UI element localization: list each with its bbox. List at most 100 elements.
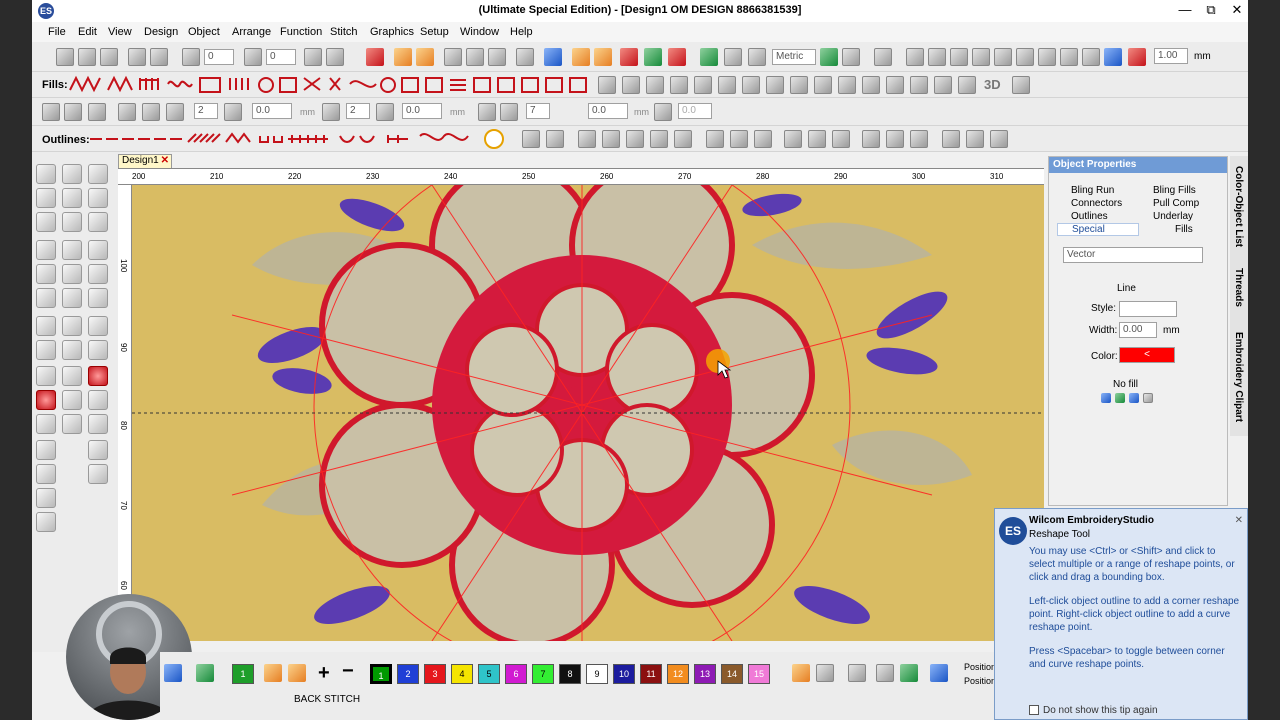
fill-pattern-icon[interactable]: [790, 76, 808, 94]
current-color-swatch[interactable]: 1: [232, 664, 254, 684]
skew-angle-icon[interactable]: [244, 48, 262, 66]
menu-stitch[interactable]: Stitch: [330, 26, 358, 38]
pattern-icon[interactable]: [478, 103, 496, 121]
align-tool-icon[interactable]: [56, 48, 74, 66]
menu-help[interactable]: Help: [510, 26, 533, 38]
fill-pattern-icon[interactable]: [694, 76, 712, 94]
shape-icon[interactable]: [950, 48, 968, 66]
hexagon-icon[interactable]: [36, 340, 56, 360]
fill-pattern-icon[interactable]: [886, 76, 904, 94]
shape-icon[interactable]: [906, 48, 924, 66]
shape-icon[interactable]: [1038, 48, 1056, 66]
design-canvas[interactable]: 200 210 220 230 240 250 260 270 280 290 …: [118, 168, 1044, 641]
no-fill-icon[interactable]: [1143, 393, 1153, 403]
align-icon[interactable]: [730, 130, 748, 148]
pattern-icon[interactable]: [322, 103, 340, 121]
spacing-icon[interactable]: [88, 103, 106, 121]
color-swatch-13[interactable]: 13: [694, 664, 716, 684]
size-icon[interactable]: [966, 130, 984, 148]
distribute-icon[interactable]: [910, 130, 928, 148]
pattern-icon[interactable]: [654, 103, 672, 121]
shape-icon[interactable]: [1082, 48, 1100, 66]
pattern-icon[interactable]: [488, 48, 506, 66]
picture-icon[interactable]: [572, 48, 590, 66]
lettering-icon[interactable]: [620, 48, 638, 66]
pattern-icon[interactable]: [516, 48, 534, 66]
rotate-tool-icon[interactable]: [128, 48, 146, 66]
hoop-icon[interactable]: [700, 48, 718, 66]
tab-underlay[interactable]: Underlay: [1153, 211, 1193, 222]
mirror-icon[interactable]: [326, 48, 344, 66]
measure-icon[interactable]: [820, 48, 838, 66]
value-input[interactable]: 0.0: [678, 103, 712, 119]
menu-arrange[interactable]: Arrange: [232, 26, 271, 38]
polygon-icon[interactable]: [88, 264, 108, 284]
color-swatch-14[interactable]: 14: [721, 664, 743, 684]
flower-icon[interactable]: [88, 366, 108, 386]
color-swatch-9[interactable]: 9: [586, 664, 608, 684]
menu-graphics[interactable]: Graphics: [370, 26, 414, 38]
select-arrow-icon[interactable]: [36, 164, 56, 184]
team-names-icon[interactable]: [36, 264, 56, 284]
fill-pattern-icon[interactable]: [670, 76, 688, 94]
slash-icon[interactable]: [848, 664, 866, 682]
color-icon[interactable]: [668, 48, 686, 66]
width-input[interactable]: 0.00: [1119, 322, 1157, 338]
leaf-stitch-icon[interactable]: [416, 48, 434, 66]
align-icon[interactable]: [754, 130, 772, 148]
curve-icon[interactable]: [62, 188, 82, 208]
rectangle-icon[interactable]: [62, 240, 82, 260]
tab-fills[interactable]: Fills: [1175, 224, 1193, 235]
connect-icon[interactable]: [674, 130, 692, 148]
align-tool-icon[interactable]: [100, 48, 118, 66]
remove-color-icon[interactable]: −: [342, 660, 354, 683]
paint-bucket-icon[interactable]: [288, 664, 306, 682]
tab-color-object-list[interactable]: Color-Object List: [1233, 166, 1244, 247]
spacing-icon[interactable]: [376, 103, 394, 121]
dots-icon[interactable]: [36, 488, 56, 508]
color-select[interactable]: <: [1119, 347, 1175, 363]
restore-button[interactable]: ⧉: [1198, 2, 1224, 20]
size-icon[interactable]: [990, 130, 1008, 148]
fill-pattern-icon[interactable]: [742, 76, 760, 94]
document-tab[interactable]: Design1 ✕: [118, 154, 172, 169]
mirror-icon[interactable]: [304, 48, 322, 66]
reshape-icon[interactable]: [62, 164, 82, 184]
tab-pull-comp[interactable]: Pull Comp: [1153, 198, 1199, 209]
shape-icon[interactable]: [994, 48, 1012, 66]
menu-design[interactable]: Design: [144, 26, 178, 38]
polyline-select-icon[interactable]: [36, 188, 56, 208]
tip-close-icon[interactable]: ✕: [1235, 515, 1243, 526]
knife-icon[interactable]: [88, 164, 108, 184]
triangle-icon[interactable]: [88, 440, 108, 460]
bezier-icon[interactable]: [36, 212, 56, 232]
arc-icon[interactable]: [88, 288, 108, 308]
pattern-icon[interactable]: [444, 48, 462, 66]
spacing-input[interactable]: 0.0: [402, 103, 442, 119]
tab-threads[interactable]: Threads: [1233, 268, 1244, 307]
size-input[interactable]: 1.00: [1154, 48, 1188, 64]
spacing-input[interactable]: 0.0: [588, 103, 628, 119]
shirt-icon[interactable]: [196, 664, 214, 682]
menu-window[interactable]: Window: [460, 26, 499, 38]
align-icon[interactable]: [808, 130, 826, 148]
star-icon[interactable]: [594, 48, 612, 66]
skew-angle-input[interactable]: 0: [266, 49, 296, 65]
color-swatch-12[interactable]: 12: [667, 664, 689, 684]
align-tool-icon[interactable]: [78, 48, 96, 66]
color-swatch-10[interactable]: 10: [613, 664, 635, 684]
fill-pattern-icon[interactable]: [1012, 76, 1030, 94]
close-button[interactable]: ✕: [1224, 2, 1248, 20]
crop-icon[interactable]: [36, 512, 56, 532]
menu-file[interactable]: File: [48, 26, 66, 38]
letter-c-icon[interactable]: [62, 414, 82, 434]
pattern-icon[interactable]: [500, 103, 518, 121]
arrow-tool-icon[interactable]: [42, 103, 60, 121]
image-icon[interactable]: [544, 48, 562, 66]
pattern-icon[interactable]: [466, 48, 484, 66]
skew-tool-icon[interactable]: [150, 48, 168, 66]
fill-pattern-icon[interactable]: [838, 76, 856, 94]
units-select[interactable]: Metric: [772, 49, 816, 65]
close-tab-icon[interactable]: ✕: [161, 155, 169, 166]
fill-pattern-icon[interactable]: [862, 76, 880, 94]
